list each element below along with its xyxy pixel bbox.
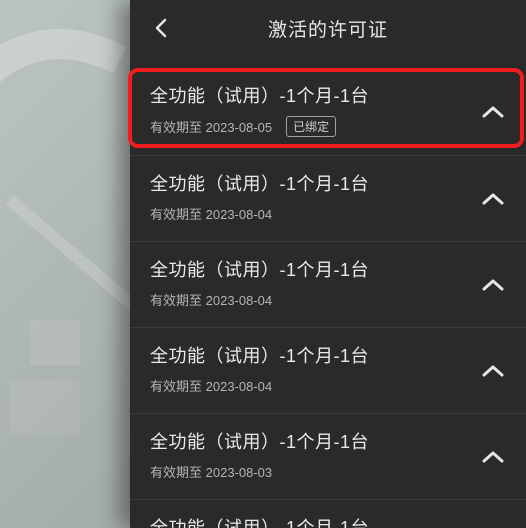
license-subtitle: 有效期至 2023-08-03 [150,462,506,481]
expiry-text: 有效期至 2023-08-04 [150,376,272,395]
license-item[interactable]: 全功能（试用）-1个月-1台 有效期至 2023-08-04 [130,156,526,242]
expiry-text: 有效期至 2023-08-04 [150,204,272,223]
chevron-up-icon [482,105,504,119]
license-list: 全功能（试用）-1个月-1台 有效期至 2023-08-05 已绑定 全功能（试… [130,56,526,528]
chevron-up-icon [482,192,504,206]
license-item[interactable]: 全功能（试用）-1个月-1台 有效期至 2023-08-03 [130,414,526,500]
expiry-text: 有效期至 2023-08-04 [150,290,272,309]
panel-title: 激活的许可证 [130,15,526,42]
license-item[interactable]: 全功能（试用）-1个月-1台 有效期至 2023-08-04 [130,242,526,328]
license-title: 全功能（试用）-1个月-1台 [150,342,506,368]
bound-badge: 已绑定 [286,116,336,137]
panel-header: 激活的许可证 [130,0,526,56]
license-item[interactable]: 全功能（试用）-1个月-1台 有效期至 2023-08-04 [130,328,526,414]
expiry-text: 有效期至 2023-08-03 [150,462,272,481]
license-title: 全功能（试用）-1个月-1台 [150,82,506,108]
expiry-text: 有效期至 2023-08-05 [150,117,272,136]
back-button[interactable] [154,0,168,56]
chevron-up-icon [482,278,504,292]
license-title: 全功能（试用）-1个月-1台 [150,514,506,528]
license-item[interactable]: 全功能（试用）-1个月-1台 有效期至 2023-08-05 已绑定 [130,68,526,156]
license-subtitle: 有效期至 2023-08-04 [150,204,506,223]
license-panel: 激活的许可证 全功能（试用）-1个月-1台 有效期至 2023-08-05 已绑… [130,0,526,528]
license-subtitle: 有效期至 2023-08-04 [150,376,506,395]
license-subtitle: 有效期至 2023-08-04 [150,290,506,309]
license-subtitle: 有效期至 2023-08-05 已绑定 [150,116,506,137]
background-shapes [0,0,130,528]
license-item[interactable]: 全功能（试用）-1个月-1台 有效期至 2023-07-31 [130,500,526,528]
license-title: 全功能（试用）-1个月-1台 [150,256,506,282]
license-title: 全功能（试用）-1个月-1台 [150,170,506,196]
chevron-up-icon [482,450,504,464]
license-title: 全功能（试用）-1个月-1台 [150,428,506,454]
chevron-left-icon [154,18,168,38]
chevron-up-icon [482,364,504,378]
